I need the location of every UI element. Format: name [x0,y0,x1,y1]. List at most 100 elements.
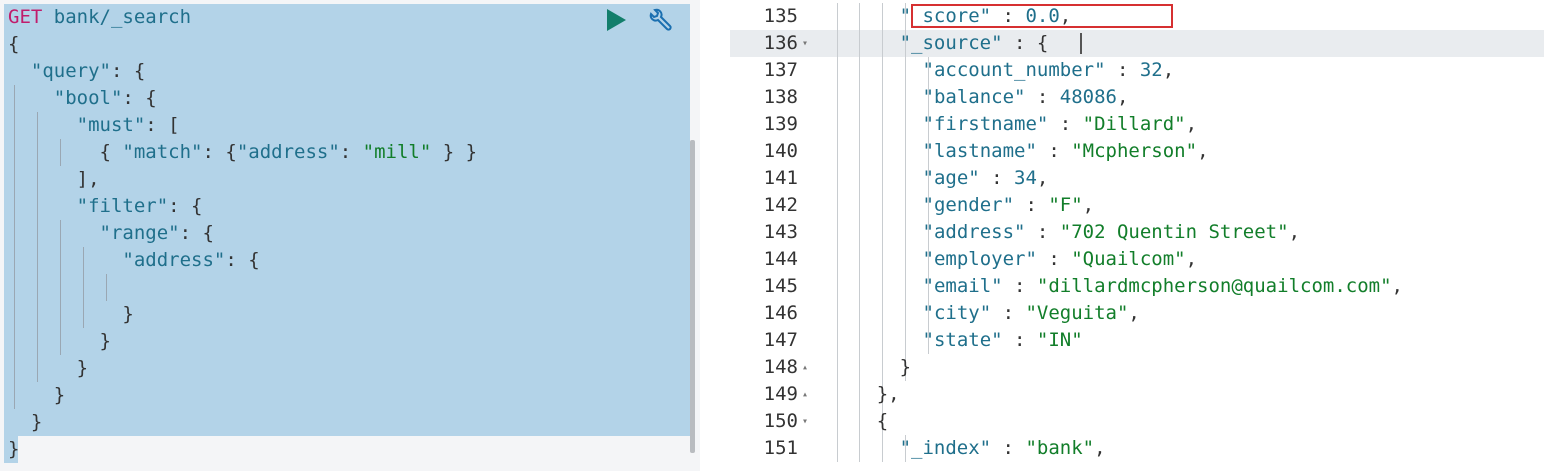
code-token: : { [1002,32,1049,54]
line-number: 145 [763,275,798,297]
scrollbar[interactable] [690,140,695,453]
indent-guide [905,84,907,111]
line-number: 148 [763,356,798,378]
code-token: "gender" [922,194,1015,216]
response-code-text: "firstname" : "Dillard", [923,111,1198,138]
indent-guide [14,355,16,382]
response-code-text: "address" : "702 Quentin Street", [923,219,1301,246]
code-token: : [1048,113,1083,135]
indent-guide [836,30,838,57]
code-token: }, [876,383,900,405]
line-number: 150 [763,410,798,432]
response-code-text: "city" : "Veguita", [923,300,1140,327]
code-token: "_index" [899,437,992,459]
indent-guide [14,166,16,193]
code-token: "match" [122,141,203,163]
indent-guide [882,246,884,273]
response-line: 146 "city" : "Veguita", [730,300,1544,327]
indent-guide [37,274,39,301]
play-icon[interactable] [607,9,626,31]
indent-guide [37,166,39,193]
request-line[interactable]: "bool": { [0,85,690,112]
indent-guide [859,30,861,57]
indent-guide [859,246,861,273]
request-line[interactable]: } [0,355,690,382]
code-token: } [122,303,134,325]
line-number: 142 [763,194,798,216]
request-editor[interactable]: GET bank/_search{ "query": { "bool": { "… [0,0,700,471]
code-token: , [1391,275,1403,297]
request-line[interactable]: } [0,328,690,355]
indent-guide [14,247,16,274]
panel-divider[interactable] [700,0,730,471]
indent-guide [859,219,861,246]
indent-guide [859,165,861,192]
indent-guide [37,112,39,139]
request-line[interactable]: "query": { [0,58,690,85]
code-token: : [1002,275,1037,297]
code-token: "address" [922,221,1026,243]
code-token: "account_number" [922,59,1106,81]
request-line[interactable]: "must": [ [0,112,690,139]
indent-guide [882,192,884,219]
code-token: } [76,357,89,379]
request-line[interactable]: GET bank/_search [0,4,690,31]
code-token: GET [8,6,43,28]
code-token: "range" [99,222,180,244]
indent-guide [905,219,907,246]
request-code[interactable]: GET bank/_search{ "query": { "bool": { "… [0,4,690,463]
indent-guide [859,192,861,219]
fold-toggle-icon[interactable]: ▾ [802,408,816,435]
code-token: "address" [122,249,226,271]
request-line[interactable]: } [0,301,690,328]
code-token: , [1197,140,1209,162]
indent-guide [60,139,62,166]
code-token: } [30,411,43,433]
indent-guide [14,328,16,355]
response-code-text: "account_number" : 32, [923,57,1175,84]
wrench-icon[interactable] [647,8,673,36]
indent-guide [836,138,838,165]
code-token: : { [110,60,146,82]
code-token: ], [76,168,100,190]
indent-guide [882,354,884,381]
response-viewer[interactable]: 135 "_score" : 0.0, 136 ▾ "_source" : {137 "a… [730,0,1544,471]
code-token: : { [122,87,157,109]
code-token: : { [179,222,214,244]
fold-toggle-icon[interactable]: ▴ [802,354,816,381]
response-line: 143 "address" : "702 Quentin Street", [730,219,1544,246]
request-line[interactable]: } [0,436,690,463]
code-token: : [1025,86,1060,108]
indent-guide [905,246,907,273]
indent-guide [882,3,884,30]
indent-guide [882,300,884,327]
request-line[interactable]: ], [0,166,690,193]
line-number: 139 [763,113,798,135]
indent-guide [37,247,39,274]
request-line[interactable]: "filter": { [0,193,690,220]
code-token: "employer" [922,248,1037,270]
response-code-text: }, [877,381,900,408]
indent-guide [882,165,884,192]
request-line[interactable]: } [0,382,690,409]
code-token: : [1014,194,1049,216]
fold-toggle-icon[interactable]: ▾ [802,30,816,57]
indent-guide [82,247,84,274]
request-line[interactable] [0,274,690,301]
fold-toggle-icon[interactable]: ▴ [802,381,816,408]
request-line[interactable]: "address": { [0,247,690,274]
request-line[interactable]: { [0,31,690,58]
indent-guide [37,193,39,220]
indent-guide [882,57,884,84]
indent-guide [836,273,838,300]
response-code-text: "age" : 34, [923,165,1049,192]
indent-guide [14,112,16,139]
code-token: : [339,141,363,163]
request-line[interactable]: } [0,409,690,436]
request-line[interactable]: "range": { [0,220,690,247]
indent-guide [60,220,62,247]
request-line[interactable]: { "match": {"address": "mill" } } [0,139,690,166]
